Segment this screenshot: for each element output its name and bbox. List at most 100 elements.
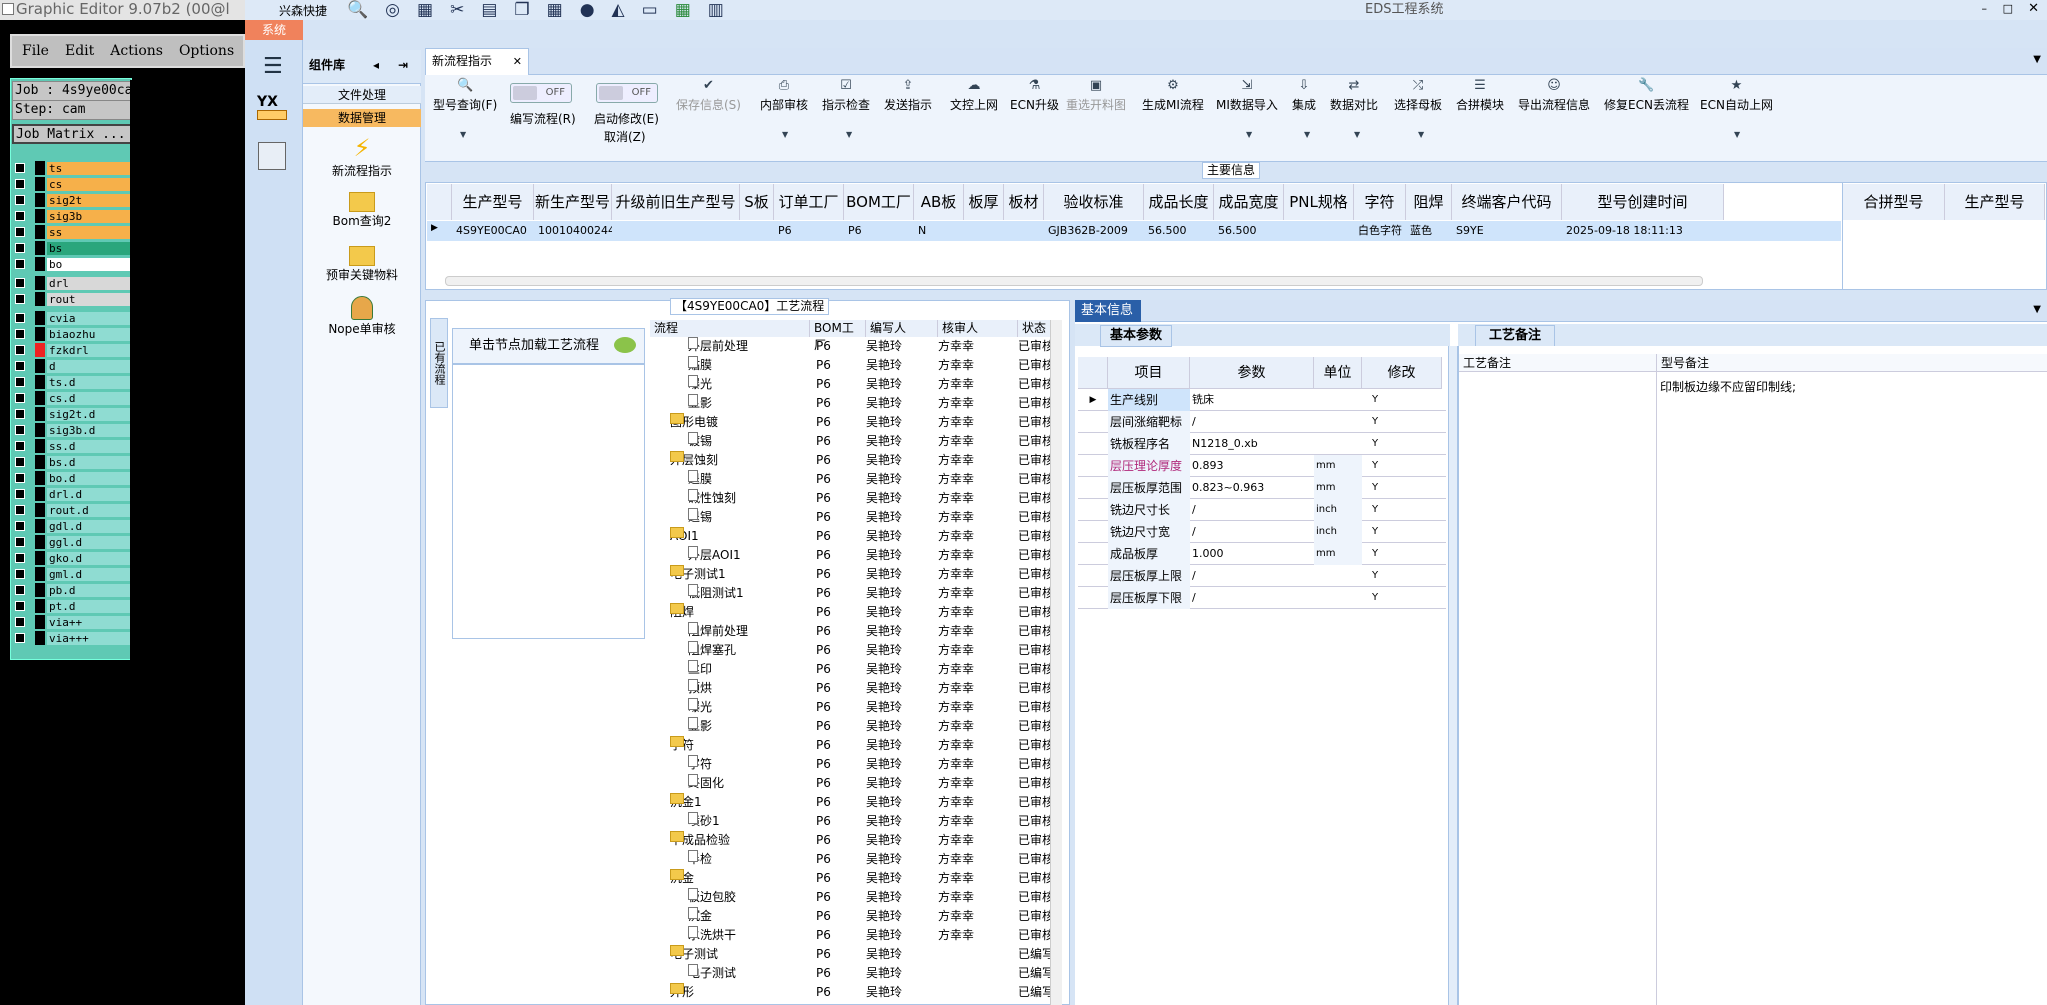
flow-row[interactable]: 板边包胶 P6 吴艳玲 方幸幸 已审核 <box>650 888 1060 907</box>
flow-row[interactable]: 半检 P6 吴艳玲 方幸幸 已审核 <box>650 850 1060 869</box>
main-cell[interactable]: GJB362B-2009 <box>1044 221 1144 241</box>
param-row[interactable]: 层间涨缩靶标 / Y <box>1078 411 1446 433</box>
layer-checkbox[interactable] <box>15 195 25 205</box>
layer-checkbox[interactable] <box>15 473 25 483</box>
flow-row[interactable]: −阻焊P6吴艳玲方幸幸已审核 <box>650 603 1060 622</box>
main-cell[interactable] <box>740 221 774 241</box>
flow-row[interactable]: 丝印 P6 吴艳玲 方幸幸 已审核 <box>650 660 1060 679</box>
dropdown-caret-icon[interactable]: ▼ <box>1246 130 1252 139</box>
layer-row[interactable]: biaozhu <box>12 327 132 341</box>
main-cell[interactable]: 2025-09-18 18:11:13 <box>1562 221 1724 241</box>
param-modify[interactable]: Y <box>1372 499 1402 521</box>
flow-node-list[interactable] <box>452 364 645 639</box>
main-col-header[interactable]: 字符 <box>1354 184 1406 220</box>
layer-affected-marker[interactable] <box>35 551 45 565</box>
param-value[interactable]: / <box>1192 499 1312 521</box>
dropdown-caret-icon[interactable]: ▼ <box>1304 130 1310 139</box>
flow-node[interactable]: 曝光 <box>688 375 810 394</box>
layer-affected-marker[interactable] <box>35 276 45 290</box>
flow-row[interactable]: 退膜 P6 吴艳玲 方幸幸 已审核 <box>650 470 1060 489</box>
param-value[interactable]: 0.893 <box>1192 455 1312 477</box>
layer-affected-marker[interactable] <box>35 519 45 533</box>
layer-checkbox[interactable] <box>15 441 25 451</box>
layer-checkbox[interactable] <box>15 313 25 323</box>
main-grid-hscrollbar[interactable] <box>445 276 1703 286</box>
merge-col-header[interactable]: 合拼型号 <box>1843 184 1945 220</box>
flow-node[interactable]: 显影 <box>688 394 810 413</box>
calculator-icon[interactable] <box>258 142 286 170</box>
chart-icon[interactable]: ◭ <box>612 0 625 20</box>
param-row[interactable]: 层压板厚上限 / Y <box>1078 565 1446 587</box>
main-col-header[interactable]: 生产型号 <box>452 184 534 220</box>
main-col-header[interactable]: 成品宽度 <box>1214 184 1284 220</box>
main-col-header[interactable]: 新生产型号 <box>534 184 612 220</box>
flow-node[interactable]: 板边包胶 <box>688 888 810 907</box>
flow-row[interactable]: 外层前处理 P6 吴艳玲 方幸幸 已审核 <box>650 337 1060 356</box>
layer-affected-marker[interactable] <box>35 225 45 239</box>
copy-icon[interactable]: ❐ <box>514 0 529 20</box>
layer-affected-marker[interactable] <box>35 487 45 501</box>
flow-row[interactable]: 阻焊前处理 P6 吴艳玲 方幸幸 已审核 <box>650 622 1060 641</box>
layer-affected-marker[interactable] <box>35 631 45 645</box>
layer-affected-marker[interactable] <box>35 193 45 207</box>
flow-node[interactable]: 喷砂1 <box>688 812 810 831</box>
flow-node[interactable]: 外层前处理 <box>688 337 810 356</box>
flow-col-header[interactable]: BOM工厂 <box>810 320 866 352</box>
param-modify[interactable]: Y <box>1372 565 1402 587</box>
flow-node[interactable]: 电子测试 <box>688 964 810 983</box>
layer-checkbox[interactable] <box>15 505 25 515</box>
user-icon[interactable]: ● <box>580 0 595 20</box>
param-row[interactable]: ▶ 生产线别 铣床 Y <box>1078 389 1446 411</box>
flow-node[interactable]: −半成品检验 <box>670 831 810 850</box>
layer-affected-marker[interactable] <box>35 257 45 271</box>
dropdown-caret-icon[interactable]: ▼ <box>846 130 852 139</box>
layer-affected-marker[interactable] <box>35 343 45 357</box>
layer-affected-marker[interactable] <box>35 241 45 255</box>
dropdown-caret-icon[interactable]: ▼ <box>1734 130 1740 139</box>
layer-checkbox[interactable] <box>15 179 25 189</box>
layer-row[interactable]: via+++ <box>12 631 132 645</box>
layer-checkbox[interactable] <box>15 601 25 611</box>
toolbar-button[interactable]: 🔍 型号查询(F) <box>433 78 497 113</box>
main-col-header[interactable]: 阻焊 <box>1406 184 1452 220</box>
flow-row[interactable]: 镀锡 P6 吴艳玲 方幸幸 已审核 <box>650 432 1060 451</box>
main-cell[interactable]: 蓝色 <box>1406 221 1452 241</box>
param-modify[interactable]: Y <box>1372 477 1402 499</box>
main-col-header[interactable]: PNL规格 <box>1284 184 1354 220</box>
layer-checkbox[interactable] <box>15 211 25 221</box>
flow-node[interactable]: 曝光 <box>688 698 810 717</box>
layer-checkbox[interactable] <box>15 329 25 339</box>
film-icon[interactable]: ▤ <box>481 0 497 20</box>
layer-row[interactable]: drl <box>12 276 132 290</box>
flow-node[interactable]: −外形 <box>670 983 810 1002</box>
layer-row[interactable]: cs <box>12 177 132 191</box>
main-col-header[interactable]: AB板 <box>914 184 964 220</box>
layer-checkbox[interactable] <box>15 457 25 467</box>
layer-affected-marker[interactable] <box>35 161 45 175</box>
param-value[interactable]: 0.823~0.963 <box>1192 477 1312 499</box>
toolbar-button[interactable]: ☑ 指示检查 <box>822 78 870 113</box>
layer-checkbox[interactable] <box>15 569 25 579</box>
toggle-switch[interactable]: OFF <box>510 83 572 103</box>
flow-node[interactable]: 退锡 <box>688 508 810 527</box>
flow-node[interactable]: 水洗烘干 <box>688 926 810 945</box>
layer-row[interactable]: ts <box>12 161 132 175</box>
layer-row[interactable]: gko.d <box>12 551 132 565</box>
param-value[interactable]: / <box>1192 587 1312 609</box>
param-modify[interactable]: Y <box>1372 521 1402 543</box>
hamburger-icon[interactable]: ☰ <box>263 54 283 79</box>
flow-col-header[interactable]: 流程 <box>650 320 810 337</box>
toolbar-button[interactable]: ⇄ 数据对比 <box>1330 78 1378 113</box>
maximize-icon[interactable]: □ <box>2003 2 2013 15</box>
main-col-header[interactable]: BOM工厂 <box>844 184 914 220</box>
tab-new-flow[interactable]: 新流程指示 ✕ <box>425 48 529 75</box>
close-icon[interactable]: ✕ <box>2028 1 2039 16</box>
main-cell[interactable]: P6 <box>844 221 914 241</box>
layer-row[interactable]: ss.d <box>12 439 132 453</box>
main-col-header[interactable]: 订单工厂 <box>774 184 844 220</box>
main-cell[interactable]: 4S9YE00CA0 <box>452 221 534 241</box>
param-row[interactable]: 层压板厚下限 / Y <box>1078 587 1446 609</box>
layer-affected-marker[interactable] <box>35 209 45 223</box>
toolbar-button-label[interactable]: 启动修改(E) <box>594 110 659 127</box>
search-icon[interactable]: 🔍 <box>347 0 368 20</box>
